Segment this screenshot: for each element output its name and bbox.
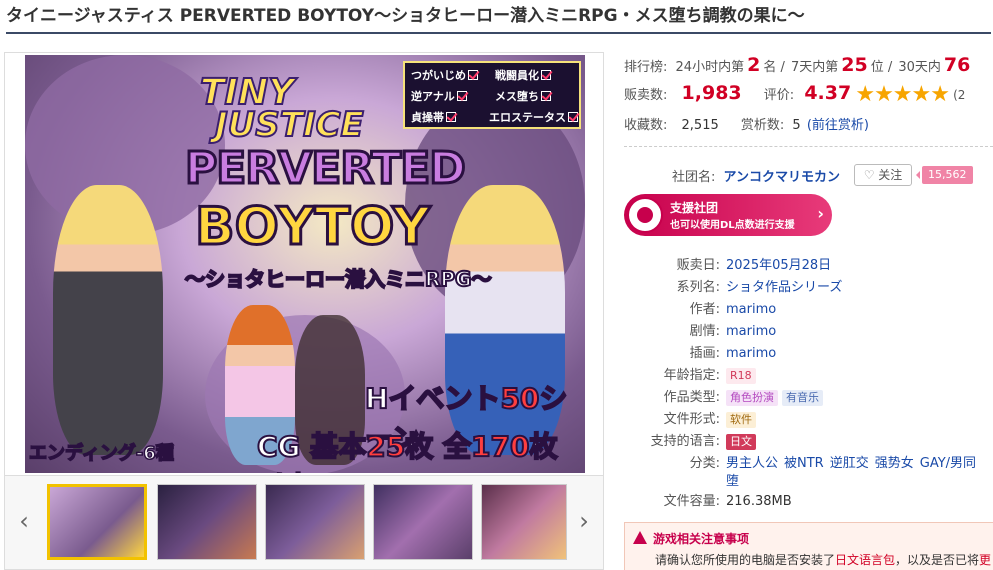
- logo-justice: JUSTICE: [214, 104, 365, 146]
- rating-value: 4.37: [804, 82, 852, 104]
- logo-perverted: PERVERTED: [184, 142, 468, 196]
- favorites-count: 2,515: [681, 118, 719, 133]
- detail-row-scenario: 剧情: marimo: [689, 324, 777, 339]
- thumbnail-5[interactable]: [481, 484, 567, 560]
- check-icon: [541, 70, 551, 80]
- detail-row-author: 作者: marimo: [689, 302, 777, 317]
- detail-row-work-type: 作品类型: 角色扮演 有音乐: [624, 386, 827, 406]
- check-icon: [446, 112, 456, 122]
- thumbnail-4[interactable]: [373, 484, 473, 560]
- support-circle-button[interactable]: 支援社团 也可以使用DL点数进行支援 ›: [624, 194, 832, 236]
- cg-count-text: CG 基本25枚 全170枚以上: [256, 429, 558, 473]
- chevron-right-icon: ›: [817, 204, 824, 223]
- tip-link[interactable]: (前往赏析): [807, 118, 869, 133]
- divider: [624, 146, 993, 147]
- rank-30d: 76: [943, 54, 971, 76]
- logo-boytoy: BOYTOY: [193, 196, 431, 259]
- work-type-chip[interactable]: 有音乐: [782, 390, 823, 406]
- language-pack-link[interactable]: 日文语言包: [835, 553, 895, 567]
- feature-tags-box: つがいじめ 戦闘員化 逆アナル メス堕ち 貞操帯 エロステータス: [403, 61, 581, 129]
- language-chip[interactable]: 日文: [726, 434, 756, 450]
- thumbnail-1[interactable]: [47, 484, 147, 560]
- notice-title: 游戏相关注意事项: [633, 530, 749, 547]
- detail-row-genre: 分类: 男主人公 被NTR 逆肛交 强势女 GAY/男同: [689, 456, 977, 471]
- rating-count[interactable]: (2: [953, 88, 965, 102]
- feature-tag: 戦闘員化: [495, 67, 551, 83]
- check-icon: [456, 91, 467, 101]
- feature-tag: エロステータス: [489, 109, 578, 125]
- ranking-row: 排行榜: 24小时内第 2 名 / 7天内第 25 位 / 30天内 76: [624, 54, 971, 76]
- genre-link[interactable]: GAY/男同: [920, 456, 976, 471]
- check-icon: [468, 70, 478, 80]
- hero-character-left: [53, 185, 163, 455]
- favorites-row: 收藏数: 2,515 赏析数: 5 (前往赏析): [624, 118, 869, 133]
- circle-name-link[interactable]: アンコクマリモカン: [724, 170, 840, 185]
- check-icon: [568, 112, 578, 122]
- follow-button[interactable]: ♡ 关注: [854, 164, 912, 186]
- age-badge[interactable]: R18: [726, 368, 756, 384]
- genre-link[interactable]: 被NTR: [784, 456, 824, 471]
- ending-count-text: エンディング-6種: [28, 442, 174, 465]
- main-image-frame: TINY JUSTICE PERVERTED BOYTOY ～ショタヒーロー潜入…: [4, 52, 604, 476]
- feature-tag: 逆アナル: [411, 88, 467, 104]
- genre-link[interactable]: 强势女: [875, 456, 914, 471]
- chevron-left-icon[interactable]: ‹: [13, 506, 35, 536]
- thumbnail-strip: ‹ ›: [4, 476, 604, 570]
- genre-link[interactable]: 男主人公: [726, 456, 778, 471]
- check-icon: [541, 91, 551, 101]
- detail-row-file-size: 文件容量: 216.38MB: [663, 494, 792, 509]
- logo-subtitle: ～ショタヒーロー潜入ミニRPG～: [184, 266, 492, 292]
- detail-row-release: 贩卖日: 2025年05月28日: [676, 258, 832, 273]
- detail-row-series: 系列名: ショタ作品シリーズ: [676, 280, 843, 295]
- sales-count: 1,983: [681, 82, 742, 104]
- genre-link[interactable]: 逆肛交: [830, 456, 869, 471]
- page-title: タイニージャスティス PERVERTED BOYTOY～ショタヒーロー潜入ミニR…: [6, 2, 991, 34]
- follow-count-badge: 15,562: [916, 166, 973, 184]
- rank-24h: 2: [747, 54, 761, 76]
- game-notice-box: 游戏相关注意事项 请确认您所使用的电脑是否安装了日文语言包，以及是否已将更: [624, 522, 993, 570]
- product-main-image[interactable]: TINY JUSTICE PERVERTED BOYTOY ～ショタヒーロー潜入…: [25, 55, 585, 473]
- star-rating-icon: ★★★★★: [855, 82, 950, 107]
- more-link[interactable]: 更: [979, 553, 991, 567]
- work-type-chip[interactable]: 角色扮演: [726, 390, 778, 406]
- heart-icon: ♡: [863, 168, 875, 182]
- thumbnail-2[interactable]: [157, 484, 257, 560]
- notice-body: 请确认您所使用的电脑是否安装了日文语言包，以及是否已将更: [655, 553, 992, 567]
- circle-row: 社团名: アンコクマリモカン: [672, 170, 841, 185]
- detail-row-file-format: 文件形式: 软件: [624, 408, 760, 428]
- feature-tag: メス堕ち: [495, 88, 551, 104]
- genre-wrap: 堕: [726, 470, 745, 489]
- detail-row-age: 年龄指定: R18: [624, 364, 760, 384]
- detail-row-language: 支持的语言: 日文: [624, 430, 760, 450]
- rank-7d: 25: [841, 54, 868, 76]
- chevron-right-icon[interactable]: ›: [573, 506, 595, 536]
- circle-avatar: [627, 197, 663, 233]
- genre-link[interactable]: 堕: [726, 474, 739, 489]
- detail-row-illustration: 插画: marimo: [689, 346, 777, 361]
- warning-icon: [633, 531, 647, 544]
- feature-tag: 貞操帯: [411, 109, 456, 125]
- thumbnail-3[interactable]: [265, 484, 365, 560]
- sales-row: 贩卖数: 1,983 评价: 4.37 ★★★★★ (2: [624, 82, 966, 107]
- feature-tag: つがいじめ: [411, 67, 478, 83]
- file-format-chip[interactable]: 软件: [726, 412, 756, 428]
